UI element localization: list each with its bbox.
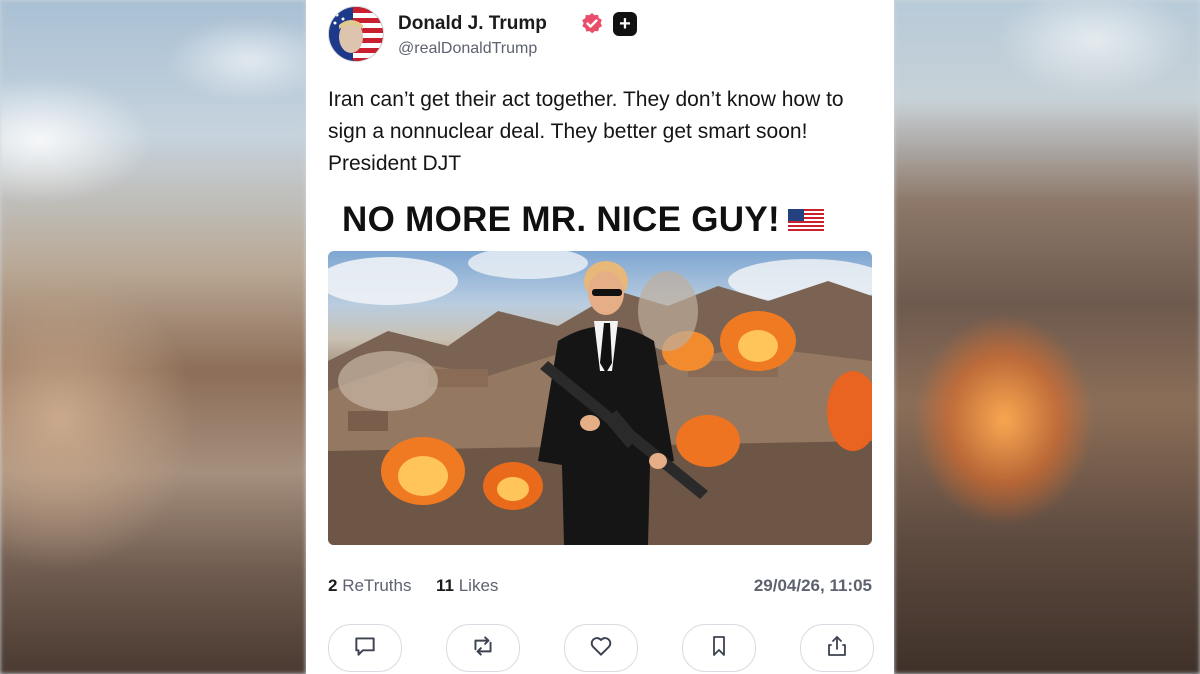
post-header: Donald J. Trump + @realDonaldTrump [328, 6, 868, 62]
reply-icon [352, 633, 378, 664]
share-button[interactable] [800, 624, 874, 672]
retruths-stat[interactable]: 2 ReTruths [328, 576, 411, 596]
post-card: Donald J. Trump + @realDonaldTrump Iran … [306, 0, 894, 674]
retruths-count: 2 [328, 576, 338, 595]
post-image[interactable] [328, 251, 872, 545]
like-button[interactable] [564, 624, 638, 672]
reply-button[interactable] [328, 624, 402, 672]
retruth-icon [469, 633, 497, 664]
author-handle[interactable]: @realDonaldTrump [398, 40, 537, 58]
likes-count: 11 [436, 576, 454, 595]
post-timestamp[interactable]: 29/04/26, 11:05 [754, 576, 872, 596]
image-headline: NO MORE MR. NICE GUY! [342, 200, 862, 242]
blurred-background-left [0, 0, 306, 674]
retruth-button[interactable] [446, 624, 520, 672]
verified-badge-icon [580, 12, 604, 36]
bookmark-button[interactable] [682, 624, 756, 672]
post-stats: 2 ReTruths 11 Likes 29/04/26, 11:05 [328, 576, 872, 600]
share-icon [825, 633, 849, 664]
headline-text: NO MORE MR. NICE GUY! [342, 200, 780, 239]
heart-icon [588, 633, 614, 664]
blurred-background-right [894, 0, 1200, 674]
author-name[interactable]: Donald J. Trump [398, 13, 547, 35]
avatar[interactable] [328, 6, 384, 62]
action-bar [328, 624, 874, 674]
likes-stat[interactable]: 11 Likes [436, 576, 498, 596]
bookmark-icon [707, 633, 731, 664]
us-flag-icon [787, 202, 824, 242]
retruths-label: ReTruths [342, 576, 412, 595]
truth-plus-icon: + [613, 12, 637, 36]
likes-label: Likes [458, 576, 499, 595]
post-text: Iran can’t get their act together. They … [328, 88, 844, 175]
